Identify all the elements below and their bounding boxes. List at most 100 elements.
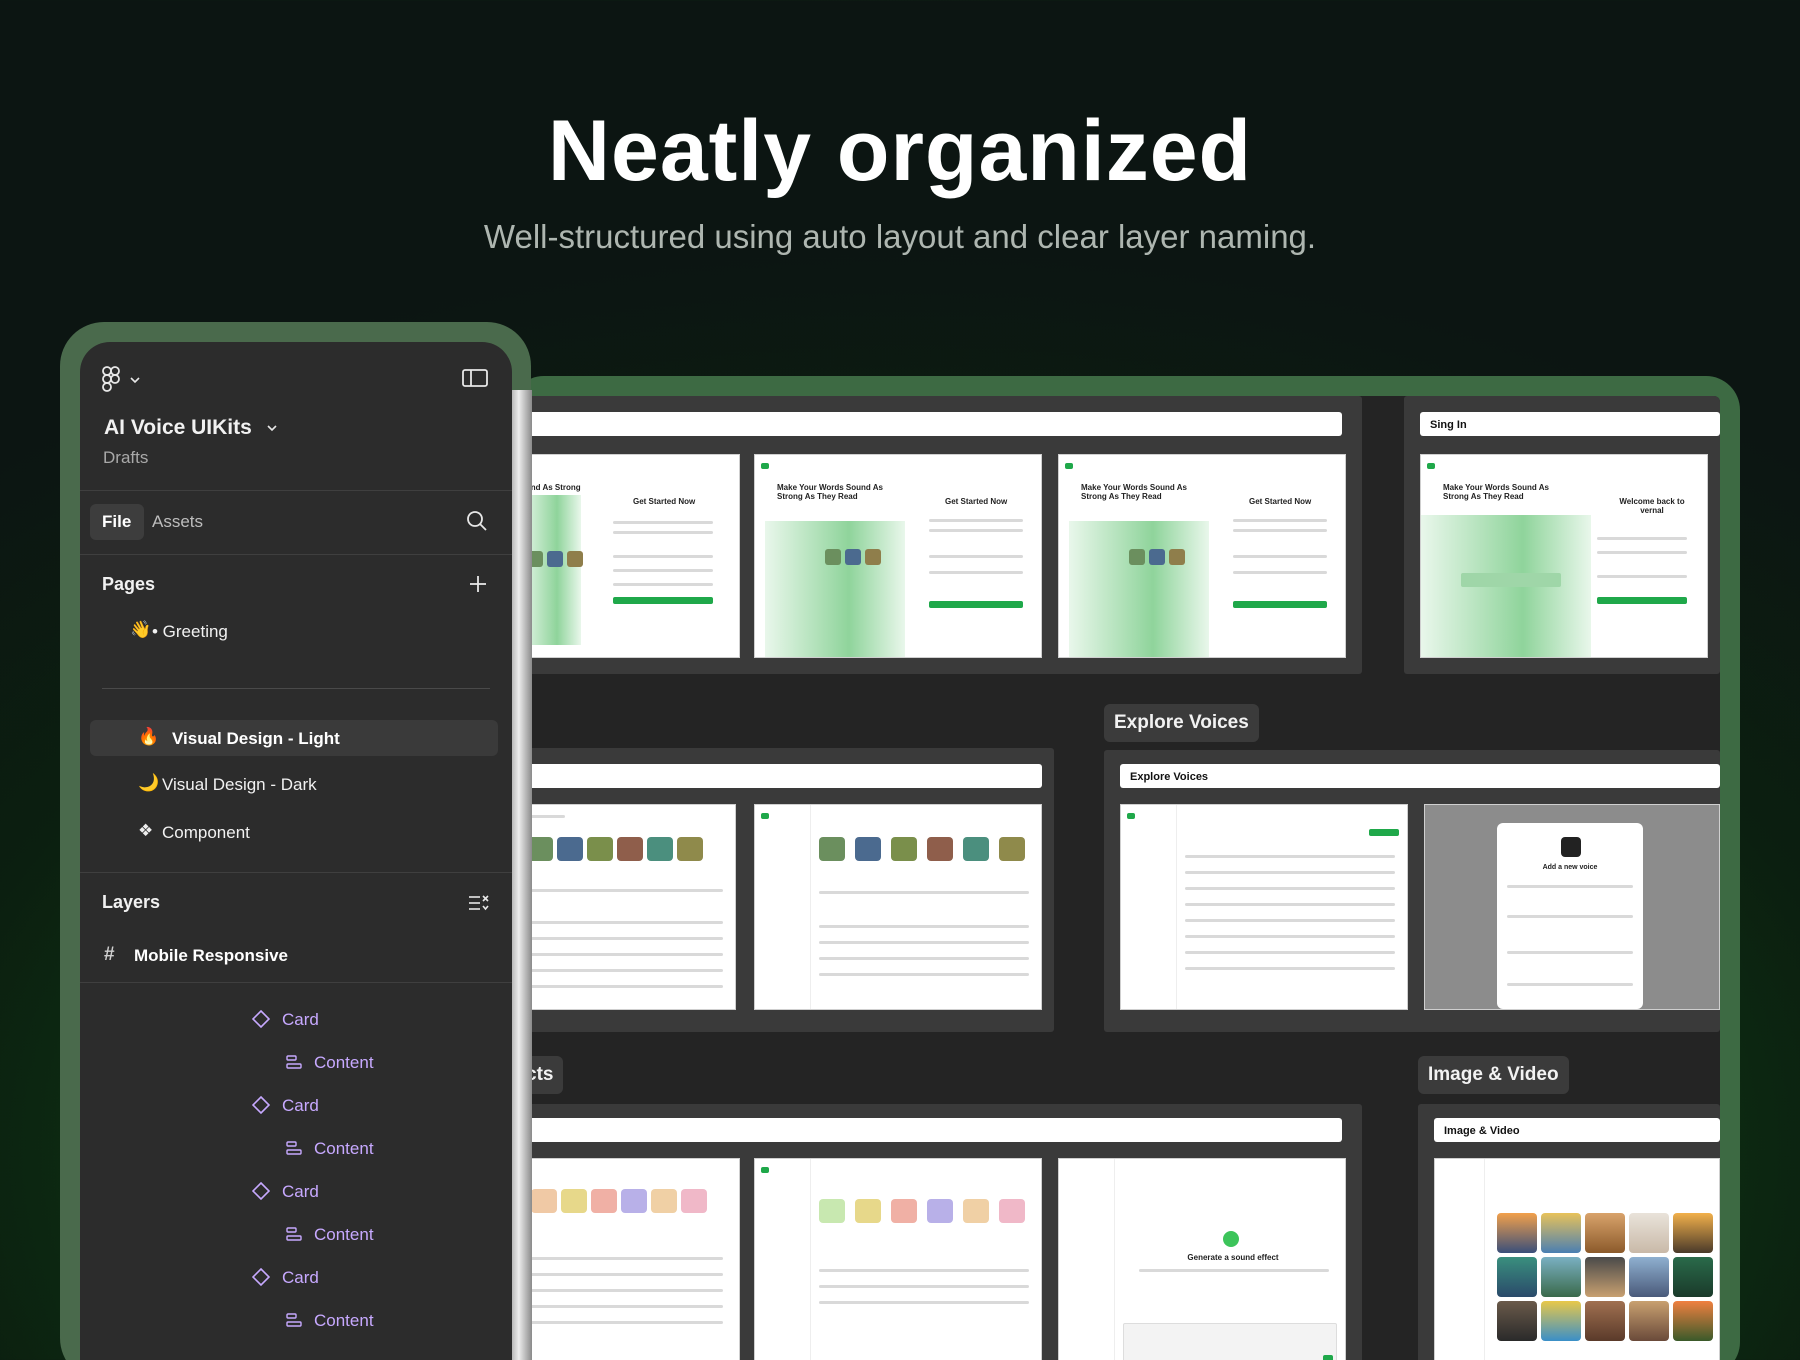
hero-title: Neatly organized: [547, 103, 1253, 199]
file-name-chevron-icon[interactable]: [266, 424, 278, 432]
layer-content[interactable]: Content: [80, 1303, 512, 1339]
sound-effect-title: Generate a sound effect: [1187, 1253, 1279, 1262]
layer-card[interactable]: Card: [80, 1002, 512, 1038]
modal-title: Add a new voice: [1542, 864, 1598, 871]
component-icon: ❖: [138, 821, 154, 840]
layer-label: Card: [282, 1182, 319, 1201]
file-name[interactable]: AI Voice UIKits: [104, 416, 252, 440]
layer-content[interactable]: Content: [80, 1045, 512, 1081]
auto-layout-icon: [286, 1227, 302, 1241]
section-sound-effects[interactable]: Generate a sound effect: [520, 1104, 1362, 1360]
moon-emoji-icon: 🌙: [138, 773, 160, 792]
section-voice-library-head: [520, 764, 1042, 788]
layer-root-frame[interactable]: # Mobile Responsive: [80, 938, 512, 974]
canvas-board[interactable]: ound As Strong Get Started Now Make Your…: [520, 396, 1720, 1360]
page-item-label: Component: [162, 823, 250, 842]
chevron-down-icon: [130, 377, 140, 384]
tab-assets-label: Assets: [152, 512, 204, 531]
screen-signup-3[interactable]: Make Your Words Sound As Strong As They …: [1058, 454, 1346, 658]
section-voice-library[interactable]: [520, 748, 1054, 1032]
component-instance-icon: [252, 1268, 270, 1286]
screen-sign-in[interactable]: Make Your Words Sound As Strong As They …: [1420, 454, 1708, 658]
layers-heading: Layers: [102, 892, 161, 912]
layer-label: Card: [282, 1010, 319, 1029]
file-location[interactable]: Drafts: [103, 448, 148, 468]
screen-add-voice-modal[interactable]: Add a new voice: [1424, 804, 1720, 1010]
hero-subtitle: Well-structured using auto layout and cl…: [483, 218, 1317, 255]
layer-label: Content: [314, 1139, 374, 1158]
page-divider: [102, 688, 490, 689]
layer-card[interactable]: Card: [80, 1174, 512, 1210]
auto-layout-icon: [286, 1055, 302, 1069]
section-sign-in[interactable]: Sing In Make Your Words Sound As Strong …: [1404, 396, 1720, 674]
page-item-visual-design-light[interactable]: 🔥 Visual Design - Light: [90, 720, 498, 756]
auto-layout-icon: [286, 1313, 302, 1327]
figma-logo-icon: [102, 366, 120, 392]
component-instance-icon: [252, 1096, 270, 1114]
layer-card[interactable]: Card: [80, 1260, 512, 1296]
section-sign-in-head: Sing In: [1420, 412, 1720, 436]
component-instance-icon: [252, 1182, 270, 1200]
screen-signin-title: Welcome back to vernal: [1619, 497, 1685, 515]
layer-content[interactable]: Content: [80, 1217, 512, 1253]
screen-form-title: Get Started Now: [1249, 497, 1312, 506]
screen-form-title: Get Started Now: [945, 497, 1008, 506]
page-item-greeting[interactable]: 👋 • Greeting: [130, 618, 430, 648]
layer-label: Card: [282, 1096, 319, 1115]
page-item-label: • Greeting: [152, 622, 228, 641]
wave-emoji-icon: 👋: [130, 620, 152, 639]
page-item-component[interactable]: ❖ Component: [138, 818, 438, 848]
section-image-video[interactable]: Image & Video: [1418, 1104, 1720, 1360]
layer-content[interactable]: Content: [80, 1131, 512, 1167]
section-sound-effects-head: [520, 1118, 1342, 1142]
page-item-label: Visual Design - Dark: [162, 775, 317, 794]
tab-assets[interactable]: Assets: [152, 504, 222, 540]
section-label-explore-voices[interactable]: Explore Voices: [1104, 704, 1259, 742]
screen-form-title: Get Started Now: [633, 497, 696, 506]
divider: [80, 982, 512, 983]
divider: [80, 490, 512, 491]
component-instance-icon: [252, 1010, 270, 1028]
section-signup-head: [520, 412, 1342, 436]
section-explore-voices-head: Explore Voices: [1120, 764, 1720, 788]
panel-edge: [510, 390, 532, 1360]
screen-sound-effects-3[interactable]: Generate a sound effect: [1058, 1158, 1346, 1360]
screen-explore-voices[interactable]: [1120, 804, 1408, 1010]
divider: [80, 872, 512, 873]
frame-hash-icon: #: [104, 944, 115, 965]
figma-layers-panel: AI Voice UIKits Drafts File Assets Pages…: [80, 342, 512, 1360]
search-icon[interactable]: [466, 510, 488, 532]
tab-file[interactable]: File: [90, 504, 144, 540]
layer-label: Content: [314, 1311, 374, 1330]
sidebar-toggle-icon[interactable]: [462, 368, 488, 388]
layer-label: Content: [314, 1053, 374, 1072]
screen-image-video[interactable]: [1434, 1158, 1720, 1360]
screen-sound-effects-2[interactable]: [754, 1158, 1042, 1360]
fire-emoji-icon: 🔥: [138, 727, 160, 746]
figma-menu-button[interactable]: [102, 366, 146, 394]
section-explore-voices[interactable]: Explore Voices Add a new voice: [1104, 750, 1720, 1032]
screen-headline: Make Your Words Sound As Strong As They …: [1081, 483, 1187, 501]
auto-layout-icon: [286, 1141, 302, 1155]
screen-headline: Make Your Words Sound As Strong As They …: [1443, 483, 1549, 501]
screen-voice-library-2[interactable]: [754, 804, 1042, 1010]
pages-heading: Pages: [102, 574, 156, 594]
screen-signup-1[interactable]: ound As Strong Get Started Now: [520, 454, 740, 658]
layer-label: Card: [282, 1268, 319, 1287]
layer-label: Content: [314, 1225, 374, 1244]
section-signup[interactable]: ound As Strong Get Started Now Make Your…: [520, 396, 1362, 674]
screen-sound-effects-1[interactable]: [520, 1158, 740, 1360]
section-image-video-head: Image & Video: [1434, 1118, 1720, 1142]
screen-voice-library-1[interactable]: [520, 804, 736, 1010]
layer-card[interactable]: Card: [80, 1088, 512, 1124]
page-item-label: Visual Design - Light: [172, 729, 340, 748]
divider: [80, 554, 512, 555]
tab-file-label: File: [102, 512, 132, 531]
page-item-visual-design-dark[interactable]: 🌙 Visual Design - Dark: [138, 770, 438, 800]
screen-signup-2[interactable]: Make Your Words Sound As Strong As They …: [754, 454, 1042, 658]
collapse-layers-icon[interactable]: [468, 894, 490, 914]
layer-root-label: Mobile Responsive: [134, 946, 288, 965]
screen-headline: Make Your Words Sound As Strong As They …: [777, 483, 883, 501]
section-label-image-video[interactable]: Image & Video: [1418, 1056, 1569, 1094]
add-page-icon[interactable]: [468, 574, 488, 594]
